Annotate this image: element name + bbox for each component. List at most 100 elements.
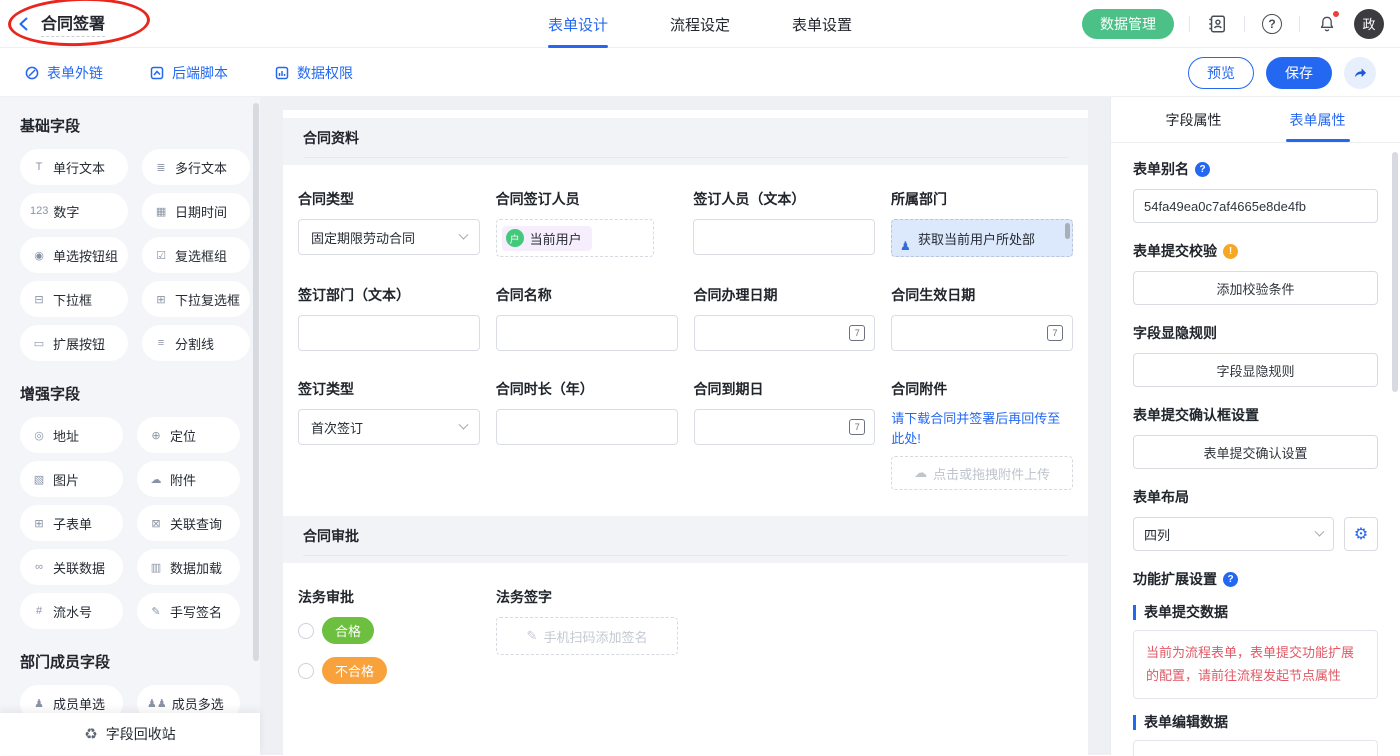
- save-button[interactable]: 保存: [1266, 57, 1332, 89]
- radio-icon[interactable]: [298, 663, 314, 679]
- panel-tabs: 字段属性 表单属性: [1111, 97, 1400, 143]
- form-alias-label: 表单别名 ?: [1133, 159, 1378, 179]
- field-item-radio-group[interactable]: ◉单选按钮组: [20, 237, 128, 273]
- field-item-multi-line-text[interactable]: ≣多行文本: [142, 149, 250, 185]
- form-alias-input[interactable]: [1133, 189, 1378, 223]
- chevron-down-icon: [458, 419, 468, 429]
- contract-type-select[interactable]: 固定期限劳动合同: [298, 219, 480, 255]
- form-layout-label: 表单布局: [1133, 487, 1378, 507]
- field-item-extend-button[interactable]: ▭扩展按钮: [20, 325, 128, 361]
- field-item-select[interactable]: ⊟下拉框: [20, 281, 128, 317]
- app-header: 合同签署 表单设计 流程设定 表单设置 数据管理 ? 政: [0, 0, 1400, 48]
- field-item-multi-select[interactable]: ⊞下拉复选框: [142, 281, 250, 317]
- legal-sign-field[interactable]: ✎ 手机扫码添加签名: [496, 617, 678, 655]
- contract-signer-field[interactable]: 户 当前用户: [496, 219, 654, 257]
- field-item-location[interactable]: ⊕定位: [137, 417, 240, 453]
- field-item-serial-number[interactable]: #流水号: [20, 593, 123, 629]
- field-item-attachment[interactable]: ☁附件: [137, 461, 240, 497]
- attachment-icon: ☁: [147, 473, 165, 486]
- duration-input[interactable]: [496, 409, 678, 445]
- field-library-sidebar: 基础字段 T单行文本 ≣多行文本 123数字 ▦日期时间 ◉单选按钮组 ☑复选框…: [0, 97, 260, 755]
- legal-review-option-pass[interactable]: 合格: [298, 617, 480, 644]
- section-title-enhanced-fields: 增强字段: [20, 383, 240, 404]
- data-permission-link[interactable]: 数据权限: [274, 63, 353, 83]
- attachment-hint-link[interactable]: 请下载合同并签署后再回传至此处!: [891, 409, 1073, 448]
- share-button[interactable]: [1344, 57, 1376, 89]
- notification-bell-icon[interactable]: [1315, 12, 1339, 36]
- field-item-signature[interactable]: ✎手写签名: [137, 593, 240, 629]
- help-icon[interactable]: ?: [1223, 572, 1238, 587]
- link-label: 后端脚本: [172, 63, 228, 83]
- field-item-single-line-text[interactable]: T单行文本: [20, 149, 128, 185]
- handle-date-label: 合同办理日期: [694, 285, 876, 305]
- avatar[interactable]: 政: [1354, 9, 1384, 39]
- form-external-link[interactable]: 表单外链: [24, 63, 103, 83]
- contract-type-value: 固定期限劳动合同: [311, 228, 415, 247]
- field-item-address[interactable]: ◎地址: [20, 417, 123, 453]
- field-item-label: 关联查询: [170, 514, 222, 533]
- department-field[interactable]: ♟ 获取当前用户所处部: [891, 219, 1073, 257]
- back-icon[interactable]: [16, 16, 32, 32]
- link-label: 表单外链: [47, 63, 103, 83]
- field-item-datetime[interactable]: ▦日期时间: [142, 193, 250, 229]
- backend-script-link[interactable]: 后端脚本: [149, 63, 228, 83]
- calendar-icon: 7: [849, 325, 865, 341]
- sign-type-select[interactable]: 首次签订: [298, 409, 480, 445]
- handle-date-input[interactable]: 7: [694, 315, 876, 351]
- legal-review-option-fail[interactable]: 不合格: [298, 657, 480, 684]
- warning-icon[interactable]: !: [1223, 244, 1238, 259]
- field-recycle-bin[interactable]: ♻ 字段回收站: [0, 713, 260, 755]
- expire-date-input[interactable]: 7: [694, 409, 876, 445]
- member-single-icon: ♟: [30, 697, 48, 710]
- add-validation-button[interactable]: 添加校验条件: [1133, 271, 1378, 305]
- help-icon[interactable]: ?: [1195, 162, 1210, 177]
- department-label: 所属部门: [891, 189, 1073, 209]
- contract-name-input[interactable]: [496, 315, 678, 351]
- recycle-label: 字段回收站: [106, 724, 176, 744]
- radio-icon[interactable]: [298, 623, 314, 639]
- signer-text-input[interactable]: [693, 219, 875, 255]
- layout-settings-button[interactable]: ⚙: [1344, 517, 1378, 551]
- field-item-linked-query[interactable]: ⊠关联查询: [137, 505, 240, 541]
- panel-scrollbar[interactable]: [1392, 152, 1398, 392]
- multi-line-text-icon: ≣: [152, 161, 170, 174]
- tab-flow-setting[interactable]: 流程设定: [670, 0, 730, 48]
- divider: [1244, 16, 1245, 32]
- field-item-divider[interactable]: ≡分割线: [142, 325, 250, 361]
- signature-pen-icon: ✎: [527, 628, 538, 644]
- preview-button[interactable]: 预览: [1188, 57, 1254, 89]
- submit-confirm-button[interactable]: 表单提交确认设置: [1133, 435, 1378, 469]
- sidebar-scrollbar[interactable]: [253, 103, 259, 661]
- field-item-number[interactable]: 123数字: [20, 193, 128, 229]
- edit-data-subsection: 表单编辑数据: [1133, 715, 1378, 730]
- effective-date-input[interactable]: 7: [891, 315, 1073, 351]
- section-title-member-fields: 部门成员字段: [20, 651, 240, 672]
- department-scrollbar[interactable]: [1065, 223, 1070, 239]
- field-item-label: 成员单选: [53, 694, 105, 713]
- layout-select[interactable]: 四列: [1133, 517, 1334, 551]
- section-title: 合同审批: [303, 527, 1068, 556]
- field-item-linked-data[interactable]: ∞关联数据: [20, 549, 123, 585]
- divider: [1189, 16, 1190, 32]
- toolbar-actions: 预览 保存: [1188, 57, 1376, 89]
- field-item-checkbox-group[interactable]: ☑复选框组: [142, 237, 250, 273]
- tab-form-design[interactable]: 表单设计: [548, 0, 608, 48]
- data-manage-button[interactable]: 数据管理: [1082, 9, 1174, 39]
- field-visibility-button[interactable]: 字段显隐规则: [1133, 353, 1378, 387]
- sign-dept-input[interactable]: [298, 315, 480, 351]
- field-item-image[interactable]: ▧图片: [20, 461, 123, 497]
- help-icon[interactable]: ?: [1260, 12, 1284, 36]
- help-glyph: ?: [1262, 14, 1282, 34]
- tab-field-properties[interactable]: 字段属性: [1166, 97, 1222, 142]
- form-row-approval: 法务审批 合格 不合格 法务签字 ✎ 手机扫码添加签名: [283, 587, 1088, 697]
- tab-form-setting[interactable]: 表单设置: [792, 0, 852, 48]
- field-item-data-load[interactable]: ▥数据加载: [137, 549, 240, 585]
- field-visibility-label: 字段显隐规则: [1133, 323, 1378, 343]
- attachment-upload-button[interactable]: ☁ 点击或拖拽附件上传: [891, 456, 1073, 490]
- address-icon: ◎: [30, 429, 48, 442]
- tab-form-properties[interactable]: 表单属性: [1290, 97, 1346, 142]
- address-book-icon[interactable]: [1205, 12, 1229, 36]
- chevron-down-icon: [1315, 526, 1325, 536]
- field-item-label: 流水号: [53, 602, 92, 621]
- field-item-subform[interactable]: ⊞子表单: [20, 505, 123, 541]
